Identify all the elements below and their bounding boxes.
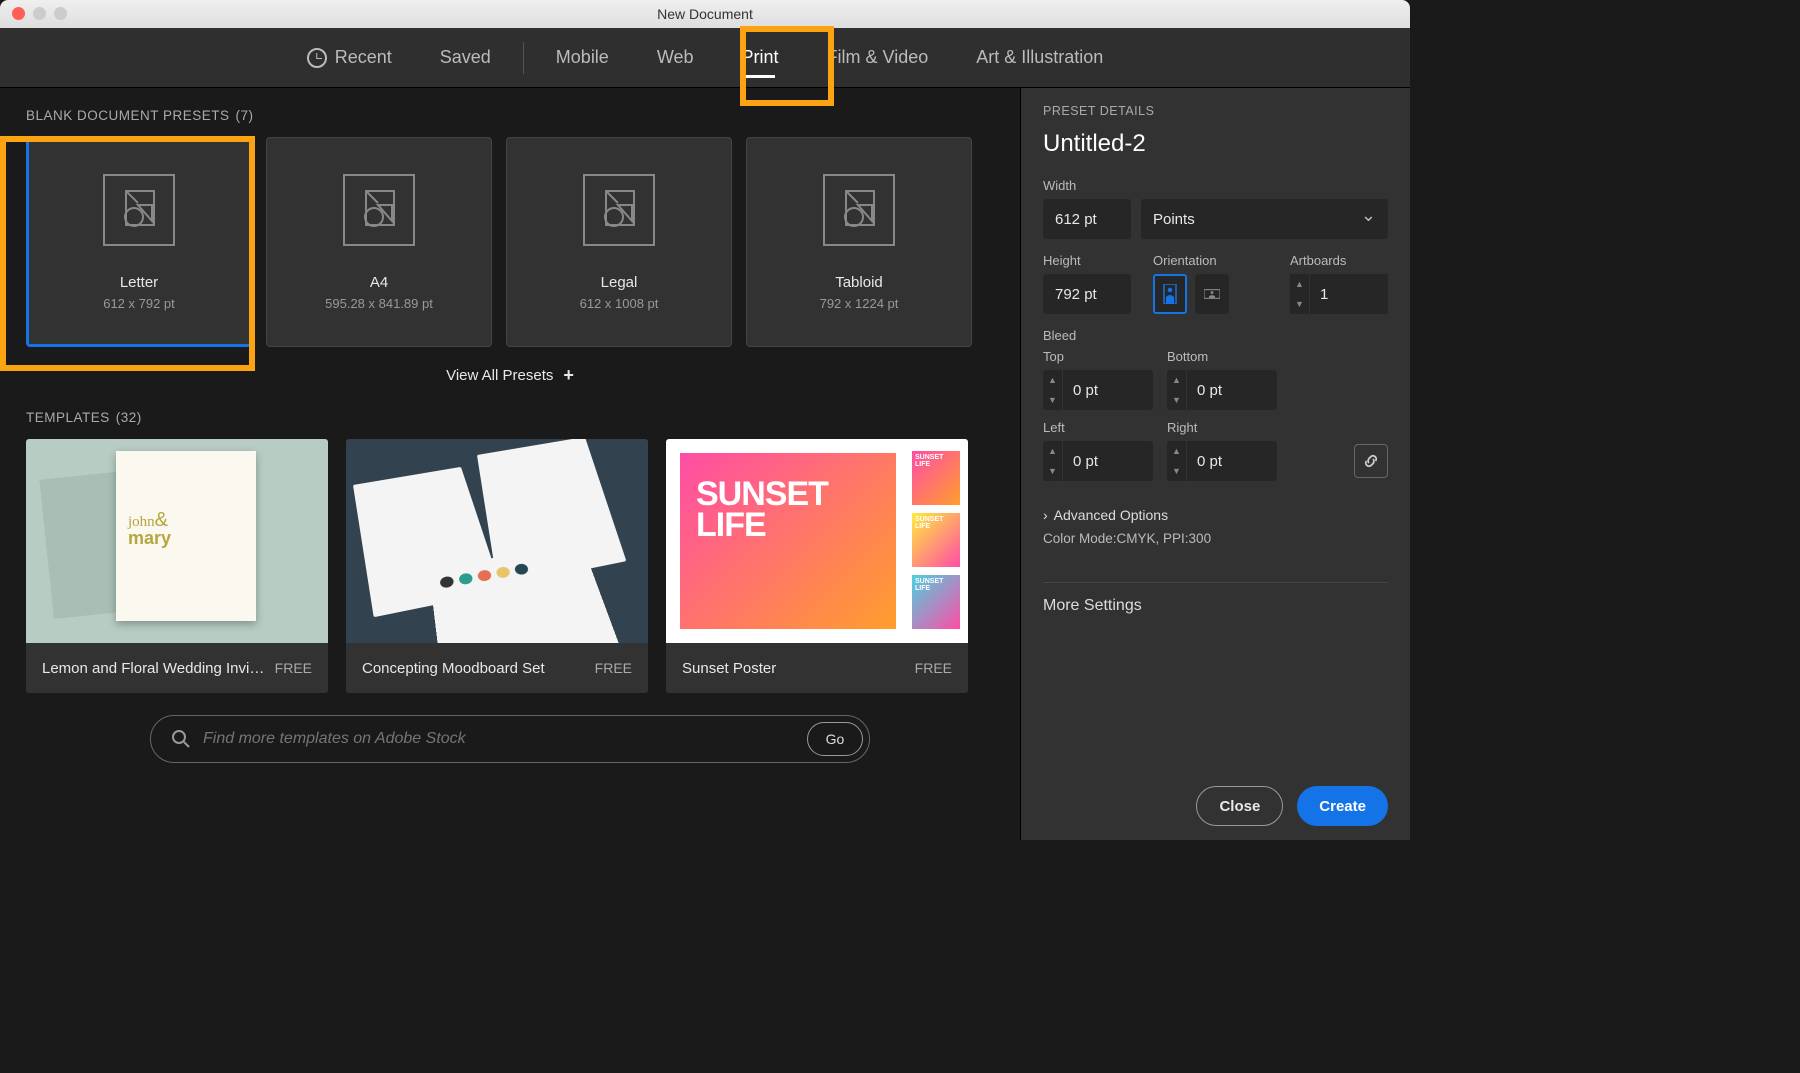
stepper-down-icon[interactable]: ▼: [1290, 294, 1309, 314]
window-titlebar: New Document: [0, 0, 1410, 28]
width-label: Width: [1043, 178, 1388, 193]
preset-legal[interactable]: Legal 612 x 1008 pt: [506, 137, 732, 347]
presets-section-label: BLANK DOCUMENT PRESETS(7): [26, 108, 994, 123]
preset-grid: Letter 612 x 792 pt A4 595.28 x 841.89 p…: [26, 137, 994, 347]
artboards-label: Artboards: [1290, 253, 1388, 268]
bleed-left-label: Left: [1043, 420, 1153, 435]
search-icon: [171, 729, 191, 749]
preset-a4[interactable]: A4 595.28 x 841.89 pt: [266, 137, 492, 347]
document-icon: [583, 174, 655, 246]
preset-details-label: PRESET DETAILS: [1043, 104, 1388, 118]
link-icon: [1362, 452, 1380, 470]
templates-section-label: TEMPLATES(32): [26, 410, 994, 425]
bleed-bottom-label: Bottom: [1167, 349, 1277, 364]
document-icon: [823, 174, 895, 246]
tab-web[interactable]: Web: [633, 28, 718, 88]
plus-icon: +: [563, 365, 574, 386]
window-title: New Document: [657, 6, 753, 22]
view-all-presets-button[interactable]: View All Presets+: [26, 365, 994, 386]
traffic-lights: [12, 7, 67, 20]
tab-saved[interactable]: Saved: [416, 28, 515, 88]
category-tab-bar: Recent Saved Mobile Web Print Film & Vid…: [0, 28, 1410, 88]
units-select[interactable]: Points: [1141, 199, 1388, 239]
document-icon: [343, 174, 415, 246]
bleed-right-label: Right: [1167, 420, 1277, 435]
clock-icon: [307, 48, 327, 68]
bleed-label: Bleed: [1043, 328, 1388, 343]
bleed-left-input[interactable]: ▲▼0 pt: [1043, 441, 1153, 481]
template-moodboard[interactable]: Concepting Moodboard SetFREE: [346, 439, 648, 693]
bleed-right-input[interactable]: ▲▼0 pt: [1167, 441, 1277, 481]
tab-recent[interactable]: Recent: [283, 28, 416, 88]
document-icon: [103, 174, 175, 246]
stock-search-bar: Go: [150, 715, 870, 763]
template-grid: john&mary Lemon and Floral Wedding Invit…: [26, 439, 994, 693]
height-label: Height: [1043, 253, 1135, 268]
advanced-options-toggle[interactable]: ›Advanced Options: [1043, 507, 1388, 523]
separator: [523, 42, 524, 74]
bleed-top-label: Top: [1043, 349, 1153, 364]
link-bleed-values-button[interactable]: [1354, 444, 1388, 478]
zoom-window-icon[interactable]: [54, 7, 67, 20]
create-button[interactable]: Create: [1297, 786, 1388, 826]
more-settings-button[interactable]: More Settings: [1043, 582, 1388, 786]
go-button[interactable]: Go: [807, 722, 863, 756]
tab-mobile[interactable]: Mobile: [532, 28, 633, 88]
template-sunset-poster[interactable]: SUNSETLIFE SUNSETLIFE SUNSETLIFE SUNSETL…: [666, 439, 968, 693]
width-input[interactable]: 612 pt: [1043, 199, 1131, 239]
artboards-stepper[interactable]: ▲▼: [1290, 274, 1388, 314]
color-mode-label: Color Mode:CMYK, PPI:300: [1043, 531, 1388, 546]
highlight-print-tab: [740, 26, 834, 106]
bleed-top-input[interactable]: ▲▼0 pt: [1043, 370, 1153, 410]
stepper-up-icon[interactable]: ▲: [1290, 274, 1309, 294]
close-window-icon[interactable]: [12, 7, 25, 20]
preset-tabloid[interactable]: Tabloid 792 x 1224 pt: [746, 137, 972, 347]
tab-art-illustration[interactable]: Art & Illustration: [952, 28, 1127, 88]
artboards-input[interactable]: [1310, 274, 1388, 314]
minimize-window-icon[interactable]: [33, 7, 46, 20]
preset-details-panel: PRESET DETAILS Untitled-2 Width 612 pt P…: [1020, 88, 1410, 840]
bleed-bottom-input[interactable]: ▲▼0 pt: [1167, 370, 1277, 410]
template-wedding-invitation[interactable]: john&mary Lemon and Floral Wedding Invit…: [26, 439, 328, 693]
template-thumbnail: john&mary: [26, 439, 328, 643]
presets-templates-pane: BLANK DOCUMENT PRESETS(7) Letter 612 x 7…: [0, 88, 1020, 840]
stock-search-input[interactable]: [203, 730, 795, 748]
height-input[interactable]: 792 pt: [1043, 274, 1131, 314]
chevron-right-icon: ›: [1043, 507, 1048, 523]
orientation-label: Orientation: [1153, 253, 1229, 268]
preset-letter[interactable]: Letter 612 x 792 pt: [26, 137, 252, 347]
orientation-landscape-button[interactable]: [1195, 274, 1229, 314]
template-thumbnail: [346, 439, 648, 643]
document-name[interactable]: Untitled-2: [1043, 130, 1388, 158]
close-button[interactable]: Close: [1196, 786, 1283, 826]
orientation-portrait-button[interactable]: [1153, 274, 1187, 314]
template-thumbnail: SUNSETLIFE SUNSETLIFE SUNSETLIFE SUNSETL…: [666, 439, 968, 643]
